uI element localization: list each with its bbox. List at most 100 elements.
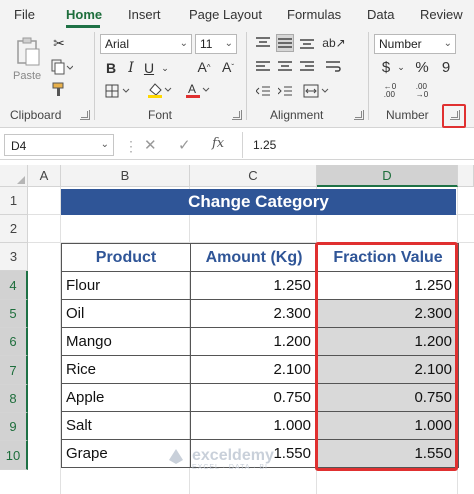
table-header-row: Product Amount (Kg) Fraction Value xyxy=(61,243,459,272)
product-cell[interactable]: Flour xyxy=(61,271,191,300)
header-product[interactable]: Product xyxy=(61,243,191,272)
paste-icon[interactable] xyxy=(14,36,42,68)
confirm-entry-icon[interactable]: ✓ xyxy=(178,136,191,154)
comma-style-button[interactable]: 9 xyxy=(438,58,454,76)
chevron-down-icon: ⌄ xyxy=(443,38,452,49)
tab-file[interactable]: File xyxy=(14,7,35,22)
tab-insert[interactable]: Insert xyxy=(128,7,161,22)
product-cell[interactable]: Apple xyxy=(61,383,191,412)
tab-data[interactable]: Data xyxy=(367,7,394,22)
row-header-4[interactable]: 4 xyxy=(0,271,28,300)
number-launcher-highlight xyxy=(442,104,466,128)
merge-center-icon[interactable] xyxy=(302,82,332,100)
fraction-value-cell[interactable]: 2.100 xyxy=(317,355,459,384)
decrease-font-icon[interactable]: Aˇ xyxy=(218,58,238,76)
column-header-a[interactable]: A xyxy=(28,165,61,187)
wrap-text-icon[interactable] xyxy=(324,58,344,76)
copy-icon[interactable] xyxy=(50,58,74,76)
select-all-corner[interactable] xyxy=(0,165,28,187)
amount-cell[interactable]: 1.250 xyxy=(190,271,318,300)
font-color-icon[interactable]: A xyxy=(184,80,214,100)
fraction-value-cell[interactable]: 2.300 xyxy=(317,299,459,328)
orientation-icon[interactable]: ab↗ xyxy=(322,34,345,52)
table-row: Mango 1.200 1.200 xyxy=(61,327,459,356)
format-painter-icon[interactable] xyxy=(50,80,68,98)
underline-dropdown-icon[interactable]: ⌄ xyxy=(160,59,170,77)
percent-button[interactable]: % xyxy=(412,58,432,76)
borders-icon[interactable] xyxy=(104,82,134,100)
font-launcher-icon[interactable] xyxy=(232,110,242,120)
font-family-select[interactable]: Arial ⌄ xyxy=(100,34,192,54)
table-row: Flour 1.250 1.250 xyxy=(61,271,459,300)
row-header-5[interactable]: 5 xyxy=(0,300,28,328)
column-header-b[interactable]: B xyxy=(61,165,190,187)
amount-cell[interactable]: 1.200 xyxy=(190,327,318,356)
table-row: Oil 2.300 2.300 xyxy=(61,299,459,328)
currency-button[interactable]: $ xyxy=(376,58,396,76)
product-cell[interactable]: Oil xyxy=(61,299,191,328)
product-cell[interactable]: Mango xyxy=(61,327,191,356)
column-header-e[interactable] xyxy=(458,165,474,187)
row-header-6[interactable]: 6 xyxy=(0,328,28,356)
alignment-launcher-icon[interactable] xyxy=(354,110,364,120)
insert-function-icon[interactable]: fx xyxy=(212,136,224,151)
row-header-2[interactable]: 2 xyxy=(0,215,28,243)
row-header-3[interactable]: 3 xyxy=(0,243,28,271)
align-left-icon[interactable] xyxy=(254,58,272,76)
increase-font-icon[interactable]: A ^ xyxy=(194,58,214,76)
bold-button[interactable]: B xyxy=(104,59,118,77)
align-middle-icon[interactable] xyxy=(276,34,294,52)
cut-icon[interactable]: ✂ xyxy=(50,34,68,52)
align-center-icon[interactable] xyxy=(276,58,294,76)
tab-review[interactable]: Review xyxy=(420,7,463,22)
chevron-down-icon: ⌄ xyxy=(100,139,109,150)
fraction-value-cell[interactable]: 0.750 xyxy=(317,383,459,412)
number-group-label: Number xyxy=(386,108,429,122)
paste-label[interactable]: Paste xyxy=(13,70,41,82)
fill-color-icon[interactable] xyxy=(146,80,176,100)
column-header-c[interactable]: C xyxy=(190,165,317,187)
clipboard-launcher-icon[interactable] xyxy=(80,110,90,120)
tab-home[interactable]: Home xyxy=(66,7,102,22)
underline-button[interactable]: U xyxy=(142,59,156,77)
fraction-value-cell[interactable]: 1.000 xyxy=(317,411,459,440)
formula-input[interactable]: 1.25 xyxy=(242,132,474,158)
row-header-8[interactable]: 8 xyxy=(0,385,28,413)
fraction-value-cell[interactable]: 1.550 xyxy=(317,439,459,468)
name-box[interactable]: D4 ⌄ xyxy=(4,134,114,156)
product-cell[interactable]: Rice xyxy=(61,355,191,384)
table-row: Apple 0.750 0.750 xyxy=(61,383,459,412)
row-header-7[interactable]: 7 xyxy=(0,356,28,385)
header-fraction-value[interactable]: Fraction Value xyxy=(317,243,459,272)
increase-indent-icon[interactable] xyxy=(276,82,294,100)
amount-cell[interactable]: 0.750 xyxy=(190,383,318,412)
formula-bar-grip-icon: ⋮ xyxy=(124,138,138,154)
align-bottom-icon[interactable] xyxy=(298,34,316,52)
amount-cell[interactable]: 2.100 xyxy=(190,355,318,384)
product-cell[interactable]: Salt xyxy=(61,411,191,440)
tab-formulas[interactable]: Formulas xyxy=(287,7,341,22)
amount-cell[interactable]: 1.000 xyxy=(190,411,318,440)
align-right-icon[interactable] xyxy=(298,58,316,76)
row-header-9[interactable]: 9 xyxy=(0,413,28,441)
decrease-decimal-icon[interactable]: .00 →0 xyxy=(408,82,436,100)
header-amount[interactable]: Amount (Kg) xyxy=(190,243,318,272)
row-header-10[interactable]: 10 xyxy=(0,441,28,470)
amount-cell[interactable]: 2.300 xyxy=(190,299,318,328)
exceldemy-watermark: exceldemy EXCEL · DATA · BI xyxy=(166,446,274,471)
column-header-d[interactable]: D xyxy=(317,165,458,187)
italic-button[interactable]: I xyxy=(124,59,138,77)
fraction-value-cell-active[interactable]: 1.250 xyxy=(317,271,459,300)
row-header-1[interactable]: 1 xyxy=(0,187,28,215)
group-divider xyxy=(368,32,369,120)
font-size-select[interactable]: 11 ⌄ xyxy=(195,34,237,54)
tab-page-layout[interactable]: Page Layout xyxy=(189,7,262,22)
cancel-entry-icon[interactable]: ✕ xyxy=(144,136,157,154)
align-top-icon[interactable] xyxy=(254,34,272,52)
decrease-indent-icon[interactable] xyxy=(254,82,272,100)
sheet-title-cell[interactable]: Change Category xyxy=(61,189,456,215)
number-format-select[interactable]: Number ⌄ xyxy=(374,34,456,54)
fraction-value-cell[interactable]: 1.200 xyxy=(317,327,459,356)
currency-dropdown-icon[interactable]: ⌄ xyxy=(396,58,406,76)
increase-decimal-icon[interactable]: ←0.00 xyxy=(376,82,404,100)
